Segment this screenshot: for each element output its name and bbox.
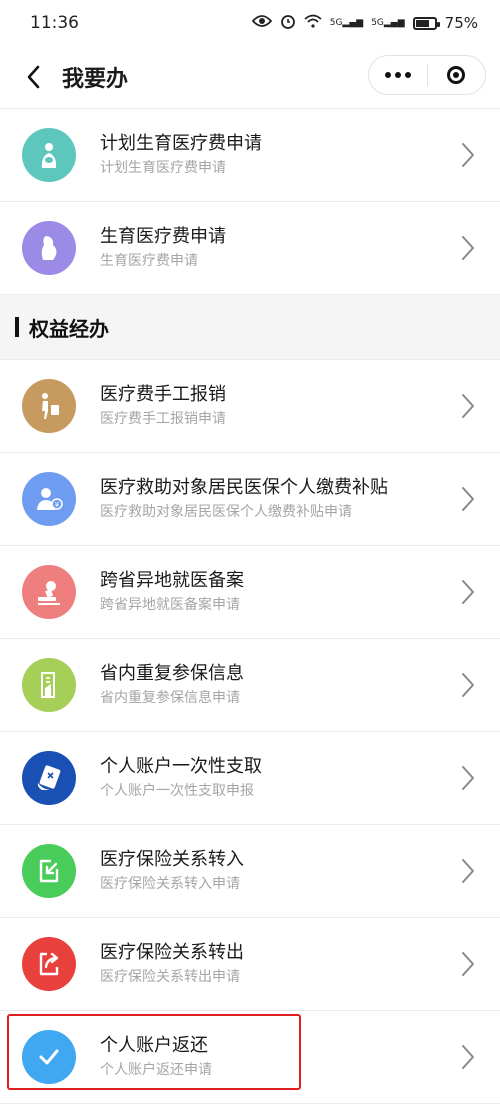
chevron-right-icon [448, 672, 488, 698]
status-time: 11:36 [30, 13, 79, 33]
document-icon [22, 658, 76, 712]
battery-icon [412, 16, 440, 30]
item-title: 医疗保险关系转入 [100, 849, 244, 870]
chevron-right-icon [448, 765, 488, 791]
item-title: 生育医疗费申请 [100, 226, 226, 247]
check-icon [22, 1030, 76, 1084]
item-text: 医疗保险关系转入 医疗保险关系转入申请 [100, 848, 448, 894]
chevron-right-icon [448, 579, 488, 605]
item-title: 医疗保险关系转出 [100, 942, 244, 963]
chevron-right-icon [448, 858, 488, 884]
section-marker [15, 317, 19, 337]
close-mini-program-button[interactable] [428, 56, 486, 94]
item-text: 医疗保险关系转出 医疗保险关系转出申请 [100, 941, 448, 987]
item-title: 计划生育医疗费申请 [100, 133, 262, 154]
section-title: 权益经办 [29, 316, 109, 341]
traveler-icon [22, 379, 76, 433]
item-title: 个人账户返还 [100, 1035, 208, 1056]
list-item-family-planning[interactable]: 计划生育医疗费申请 计划生育医疗费申请 [0, 109, 500, 202]
chevron-right-icon [448, 235, 488, 261]
battery-percent: 75% [444, 14, 478, 32]
signal-icon-2: 5G▂▄▆ [371, 18, 405, 28]
item-title: 医疗救助对象居民医保个人缴费补贴 [100, 477, 388, 498]
back-button[interactable] [8, 52, 58, 102]
target-icon [447, 66, 466, 84]
list-item-account-refund[interactable]: 个人账户返还 个人账户返还申请 [0, 1011, 500, 1104]
alarm-icon [280, 13, 296, 33]
list-item-maternity[interactable]: 生育医疗费申请 生育医疗费申请 [0, 202, 500, 295]
wifi-icon [304, 14, 322, 32]
list-item-medical-aid-subsidy[interactable]: ¥ 医疗救助对象居民医保个人缴费补贴 医疗救助对象居民医保个人缴费补贴申请 [0, 453, 500, 546]
top-list: 计划生育医疗费申请 计划生育医疗费申请 生育医疗费申请 生育医疗费申请 [0, 109, 500, 295]
eye-icon [251, 14, 272, 32]
chevron-right-icon [448, 1044, 488, 1070]
list-item-transfer-out[interactable]: 医疗保险关系转出 医疗保险关系转出申请 [0, 918, 500, 1011]
item-title: 个人账户一次性支取 [100, 756, 262, 777]
item-subtitle: 医疗费手工报销申请 [100, 411, 226, 427]
item-subtitle: 省内重复参保信息申请 [100, 690, 240, 706]
mother-baby-icon [22, 128, 76, 182]
item-title: 跨省异地就医备案 [100, 570, 244, 591]
rights-list: 医疗费手工报销 医疗费手工报销申请 ¥ 医疗救助对象居民医保个人缴费补贴 医疗救… [0, 360, 500, 1104]
item-subtitle: 生育医疗费申请 [100, 253, 198, 269]
item-subtitle: 计划生育医疗费申请 [100, 160, 226, 176]
item-title: 医疗费手工报销 [100, 384, 226, 405]
chevron-right-icon [448, 486, 488, 512]
status-icons: 5G▂▄▆ 5G▂▄▆ 75% [251, 13, 478, 33]
item-text: 省内重复参保信息 省内重复参保信息申请 [100, 662, 448, 708]
transfer-in-icon [22, 844, 76, 898]
item-text: 跨省异地就医备案 跨省异地就医备案申请 [100, 569, 448, 615]
chevron-right-icon [448, 951, 488, 977]
list-item-manual-reimbursement[interactable]: 医疗费手工报销 医疗费手工报销申请 [0, 360, 500, 453]
item-subtitle: 医疗救助对象居民医保个人缴费补贴申请 [100, 504, 352, 520]
item-subtitle: 个人账户返还申请 [100, 1062, 212, 1078]
chevron-right-icon [448, 393, 488, 419]
status-bar: 11:36 5G▂▄▆ 5G▂▄▆ 75% [0, 0, 500, 46]
item-text: 个人账户返还 个人账户返还申请 [100, 1034, 448, 1080]
item-text: 个人账户一次性支取 个人账户一次性支取申报 [100, 755, 448, 801]
section-header: 权益经办 [0, 295, 500, 360]
item-title: 省内重复参保信息 [100, 663, 244, 684]
signal-label-2: 5G [371, 18, 384, 28]
list-item-cross-province-filing[interactable]: 跨省异地就医备案 跨省异地就医备案申请 [0, 546, 500, 639]
more-dots-icon [384, 72, 411, 78]
item-text: 计划生育医疗费申请 计划生育医疗费申请 [100, 132, 448, 178]
signal-icon-1: 5G▂▄▆ [329, 18, 364, 28]
item-subtitle: 医疗保险关系转出申请 [100, 969, 240, 985]
page-title: 我要办 [62, 67, 129, 92]
nav-bar: 我要办 [0, 46, 500, 109]
signal-label-1: 5G [329, 18, 343, 28]
item-subtitle: 跨省异地就医备案申请 [100, 597, 240, 613]
item-text: 医疗费手工报销 医疗费手工报销申请 [100, 383, 448, 429]
svg-text:¥: ¥ [55, 501, 60, 509]
item-text: 生育医疗费申请 生育医疗费申请 [100, 225, 448, 271]
card-hand-icon [22, 751, 76, 805]
item-text: 医疗救助对象居民医保个人缴费补贴 医疗救助对象居民医保个人缴费补贴申请 [100, 476, 448, 522]
chevron-right-icon [448, 142, 488, 168]
stamp-icon [22, 565, 76, 619]
pregnant-icon [22, 221, 76, 275]
item-subtitle: 医疗保险关系转入申请 [100, 876, 240, 892]
item-subtitle: 个人账户一次性支取申报 [100, 783, 254, 799]
more-button[interactable] [369, 56, 427, 94]
transfer-out-icon [22, 937, 76, 991]
list-item-one-time-withdrawal[interactable]: 个人账户一次性支取 个人账户一次性支取申报 [0, 732, 500, 825]
back-arrow-icon [27, 65, 40, 89]
list-item-duplicate-insurance[interactable]: 省内重复参保信息 省内重复参保信息申请 [0, 639, 500, 732]
mini-program-capsule [368, 55, 486, 95]
list-item-transfer-in[interactable]: 医疗保险关系转入 医疗保险关系转入申请 [0, 825, 500, 918]
user-yuan-icon: ¥ [22, 472, 76, 526]
